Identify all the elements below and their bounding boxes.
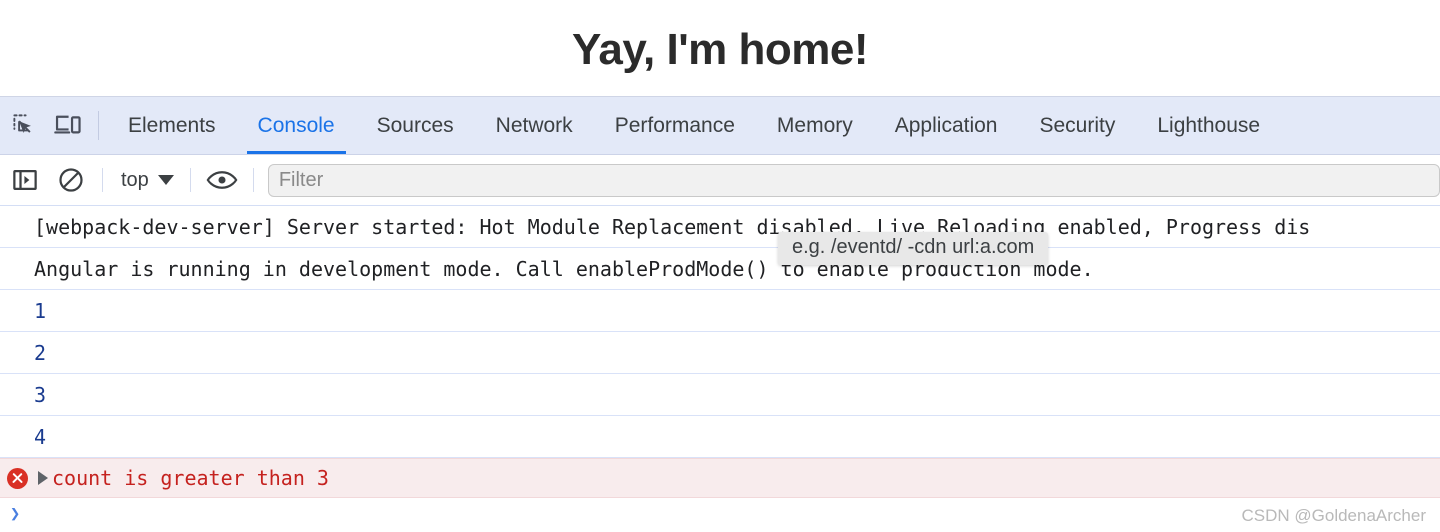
console-message-number[interactable]: 3 [0, 374, 1440, 416]
chevron-down-icon [157, 175, 174, 185]
device-toolbar-icon[interactable] [46, 97, 90, 154]
message-text: 2 [34, 340, 47, 365]
message-text: 1 [34, 298, 47, 323]
console-message-number[interactable]: 2 [0, 332, 1440, 374]
devtools-screenshot: Yay, I'm home! Elements Console Sources … [0, 0, 1440, 532]
watermark: CSDN @GoldenaArcher [1241, 506, 1427, 525]
execution-context-label: top [121, 168, 149, 191]
execution-context-selector[interactable]: top [111, 169, 182, 192]
console-prompt[interactable]: ❯ [0, 498, 1440, 530]
clear-console-icon[interactable] [48, 160, 94, 200]
tab-label: Security [1039, 113, 1116, 137]
tab-label: Memory [776, 113, 853, 137]
devtools-tabbar: Elements Console Sources Network Perform… [0, 97, 1440, 155]
inspect-element-icon[interactable] [2, 97, 46, 154]
prompt-arrow-icon: ❯ [10, 504, 21, 524]
tab-network[interactable]: Network [475, 97, 594, 154]
console-toolbar: top Filter [0, 155, 1440, 206]
toolbar-divider [102, 168, 103, 192]
expand-triangle-icon[interactable] [34, 471, 52, 485]
console-message-number[interactable]: 4 [0, 416, 1440, 458]
tab-label: Lighthouse [1157, 113, 1261, 137]
toolbar-divider-2 [189, 168, 191, 192]
tab-label: Elements [128, 113, 216, 137]
filter-input[interactable]: Filter [267, 163, 1440, 197]
toolbar-divider-3 [252, 168, 254, 192]
tab-label: Application [894, 113, 998, 137]
error-icon [0, 467, 34, 489]
console-message-list: [webpack-dev-server] Server started: Hot… [0, 206, 1440, 498]
tab-label: Sources [376, 113, 454, 137]
tab-performance[interactable]: Performance [594, 97, 756, 154]
console-message-log[interactable]: Angular is running in development mode. … [0, 248, 1440, 290]
tab-memory[interactable]: Memory [756, 97, 874, 154]
message-text: 3 [34, 382, 47, 407]
tab-sources[interactable]: Sources [356, 97, 475, 154]
tab-elements[interactable]: Elements [107, 97, 237, 154]
tab-application[interactable]: Application [874, 97, 1019, 154]
message-text: [webpack-dev-server] Server started: Hot… [34, 214, 1311, 239]
console-message-error[interactable]: count is greater than 3 [0, 458, 1440, 498]
console-message-number[interactable]: 1 [0, 290, 1440, 332]
tab-console[interactable]: Console [237, 97, 356, 154]
show-console-sidebar-icon[interactable] [2, 160, 48, 200]
console-message-log[interactable]: [webpack-dev-server] Server started: Hot… [0, 206, 1440, 248]
devtools-panel: Elements Console Sources Network Perform… [0, 96, 1440, 530]
tab-label: Network [495, 113, 573, 137]
error-text: count is greater than 3 [52, 466, 329, 490]
filter-tooltip: e.g. /eventd/ -cdn url:a.com [778, 232, 1049, 265]
rendered-page-area: Yay, I'm home! [0, 0, 1440, 96]
page-title: Yay, I'm home! [571, 25, 869, 74]
tabbar-divider [98, 111, 99, 140]
tab-security[interactable]: Security [1018, 97, 1136, 154]
tab-lighthouse[interactable]: Lighthouse [1136, 97, 1281, 154]
live-expression-icon[interactable] [199, 160, 245, 200]
filter-placeholder: Filter [278, 168, 324, 191]
tab-label: Console [257, 113, 335, 137]
message-text: 4 [34, 424, 47, 449]
tab-label: Performance [614, 113, 735, 137]
